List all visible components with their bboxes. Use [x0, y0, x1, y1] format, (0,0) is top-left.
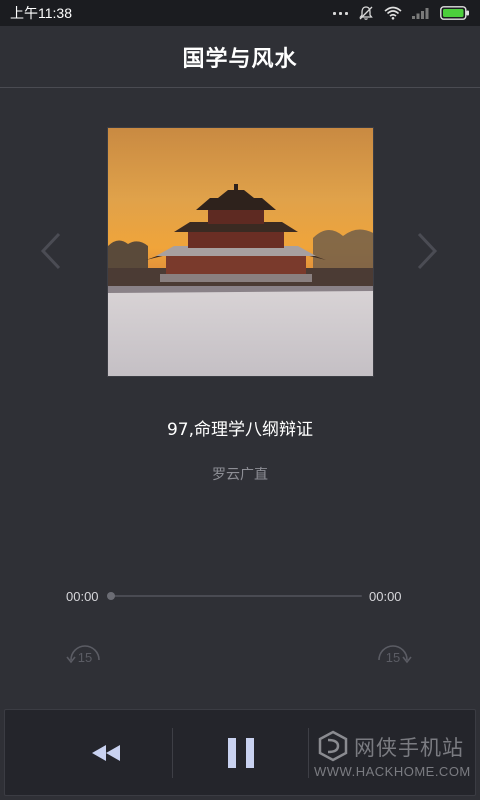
control-divider	[172, 728, 173, 778]
notification-muted-icon	[359, 6, 373, 20]
track-title: 97,命理学八纲辩证	[166, 420, 314, 440]
control-divider	[308, 728, 309, 778]
status-bar: 上午11:38	[0, 0, 480, 26]
skip-forward-seconds: 15	[385, 650, 401, 665]
chevron-right-icon	[417, 232, 438, 270]
cover-image	[108, 128, 373, 376]
skip-back-15-button[interactable]: 15	[65, 640, 105, 674]
watermark: 网侠手机站 WWW.HACKHOME.COM	[310, 724, 475, 786]
signal-icon	[412, 8, 429, 19]
status-time: 上午11:38	[10, 5, 72, 21]
page-title: 国学与风水	[182, 46, 298, 72]
pause-button[interactable]	[219, 734, 263, 772]
watermark-logo-icon	[318, 730, 348, 762]
progress-slider[interactable]	[107, 592, 362, 600]
watermark-brand: 网侠手机站	[354, 736, 464, 760]
wifi-icon	[384, 6, 402, 20]
current-time: 00:00	[66, 589, 99, 604]
chevron-left-icon	[40, 232, 61, 270]
previous-track-arrow[interactable]	[36, 228, 66, 274]
header: 国学与风水	[0, 26, 480, 88]
status-icons	[333, 5, 470, 21]
skip-back-seconds: 15	[77, 650, 93, 665]
rewind-icon	[92, 745, 120, 761]
progress-thumb[interactable]	[107, 592, 115, 600]
track-artist: 罗云广直	[212, 467, 268, 483]
pause-icon	[228, 738, 254, 768]
total-time: 00:00	[369, 589, 402, 604]
album-cover	[107, 127, 374, 377]
battery-icon	[440, 6, 469, 20]
watermark-url: WWW.HACKHOME.COM	[314, 764, 471, 779]
skip-forward-15-button[interactable]: 15	[373, 640, 413, 674]
more-dots-icon	[333, 11, 348, 15]
playback-control-bar: 网侠手机站 WWW.HACKHOME.COM	[4, 709, 476, 796]
next-track-arrow[interactable]	[412, 228, 442, 274]
rewind-button[interactable]	[83, 738, 129, 768]
